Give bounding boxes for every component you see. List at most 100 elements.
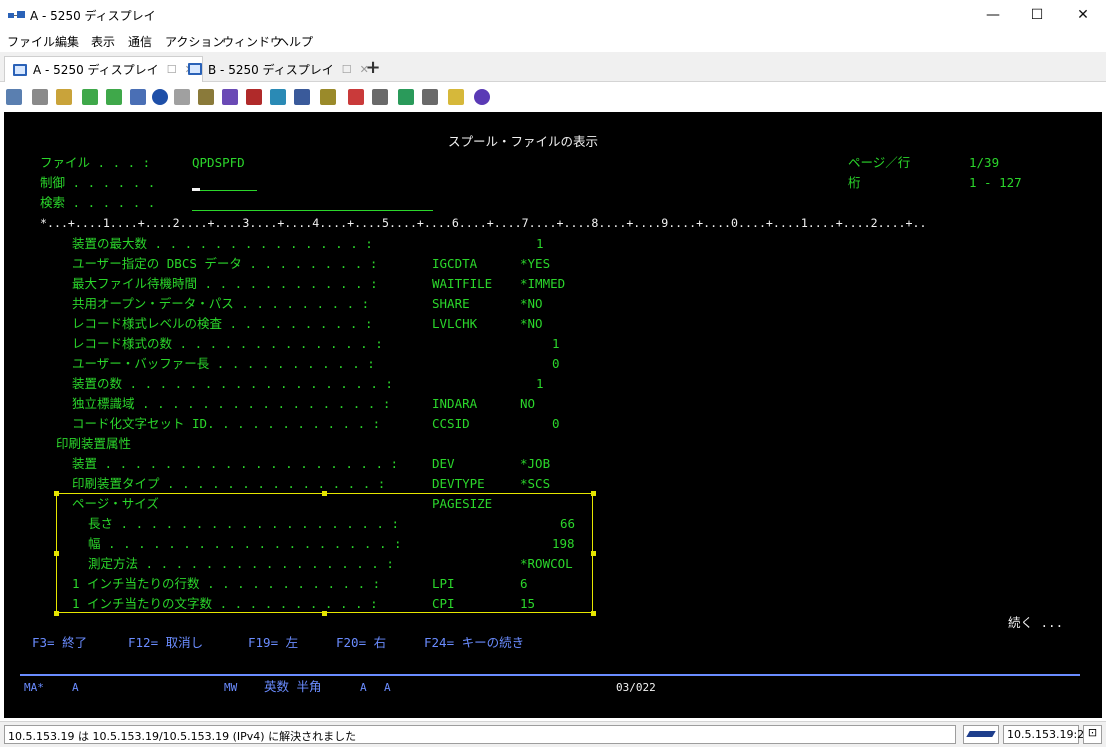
row-keyword: CPI (432, 596, 455, 611)
package-icon[interactable] (198, 89, 214, 105)
restore-tab-icon[interactable]: ☐ (342, 63, 352, 76)
menu-file[interactable]: ファイル (7, 33, 55, 50)
selection-handle[interactable] (591, 611, 596, 616)
page-value: 1/39 (969, 155, 1000, 170)
minimize-button[interactable]: — (970, 0, 1016, 30)
oia-a2: A (360, 681, 367, 694)
receive-file-icon[interactable] (106, 89, 122, 105)
control-label: 制御 . . . . . . (40, 175, 156, 190)
control-input[interactable] (192, 190, 257, 191)
selection-handle[interactable] (54, 551, 59, 556)
navigate-icon[interactable] (152, 89, 168, 105)
row-label: ページ・サイズ (72, 496, 159, 511)
row-keyword: INDARA (432, 396, 478, 411)
toolbar (0, 83, 1106, 110)
row-value: *IMMED (520, 276, 566, 291)
resize-grip-icon[interactable]: ⊡ (1083, 725, 1102, 744)
row-keyword: LPI (432, 576, 455, 591)
close-window-button[interactable]: ✕ (1060, 0, 1106, 30)
display-icon[interactable] (270, 89, 286, 105)
row-value: *NO (520, 316, 543, 331)
row-label: 1 インチ当たりの行数 . . . . . . . . . . . : (72, 576, 381, 591)
text-cursor (192, 188, 200, 191)
row-label: ユーザー指定の DBCS データ . . . . . . . . : (72, 256, 378, 271)
row-value: 6 (520, 576, 528, 591)
restore-tab-icon[interactable]: ☐ (167, 63, 177, 76)
macro-icon[interactable] (246, 89, 262, 105)
row-label: 最大ファイル待機時間 . . . . . . . . . . . : (72, 276, 378, 291)
palette-icon[interactable] (222, 89, 238, 105)
row-label: 測定方法 . . . . . . . . . . . . . . . . : (88, 556, 394, 571)
tools-icon[interactable] (320, 89, 336, 105)
row-value: *NO (520, 296, 543, 311)
menu-view[interactable]: 表示 (91, 33, 115, 50)
selection-handle[interactable] (322, 491, 327, 496)
document-icon[interactable] (174, 89, 190, 105)
menu-edit[interactable]: 編集 (55, 33, 79, 50)
row-label: 独立標識域 . . . . . . . . . . . . . . . . : (72, 396, 391, 411)
monitor-icon (13, 63, 27, 76)
column-value: 1 - 127 (969, 175, 1022, 190)
selection-handle[interactable] (54, 491, 59, 496)
app-icon (8, 11, 25, 18)
row-value: NO (520, 396, 536, 411)
column-ruler: *...+....1....+....2....+....3....+....4… (40, 216, 927, 230)
new-tab-button[interactable]: + (362, 56, 384, 78)
menu-help[interactable]: ヘルプ (277, 33, 313, 50)
selection-handle[interactable] (591, 551, 596, 556)
oia-cursor-position: 03/022 (616, 681, 656, 694)
row-value: 1 (552, 336, 560, 351)
row-label: 1 インチ当たりの文字数 . . . . . . . . . . : (72, 596, 378, 611)
row-keyword: IGCDTA (432, 256, 478, 271)
oia-mw: MW (224, 681, 238, 694)
row-keyword: LVLCHK (432, 316, 478, 331)
row-keyword: DEV (432, 456, 455, 471)
more-indicator: 続く ... (1008, 615, 1064, 630)
search-input[interactable] (192, 210, 433, 211)
row-label: レコード様式レベルの検査 . . . . . . . . . : (72, 316, 373, 331)
file-value: QPDSPFD (192, 155, 245, 170)
menu-communication[interactable]: 通信 (128, 33, 152, 50)
printer-section-heading: 印刷装置属性 (56, 436, 132, 451)
paste-icon[interactable] (32, 89, 48, 105)
row-label: 装置の数 . . . . . . . . . . . . . . . . . : (72, 376, 393, 391)
fkey-f3[interactable]: F3= 終了 (32, 635, 87, 651)
fkey-f20[interactable]: F20= 右 (336, 635, 386, 651)
send-file-icon[interactable] (82, 89, 98, 105)
play-macro-icon[interactable] (398, 89, 414, 105)
fkey-f19[interactable]: F19= 左 (248, 635, 298, 651)
menu-window[interactable]: ウィンドウ (222, 33, 282, 50)
record-macro-icon[interactable] (348, 89, 364, 105)
print-screen-icon[interactable] (130, 89, 146, 105)
copy-icon[interactable] (6, 89, 22, 105)
keypad-icon[interactable] (294, 89, 310, 105)
row-value: 15 (520, 596, 536, 611)
notes-icon[interactable] (448, 89, 464, 105)
page-label: ページ／行 (848, 155, 911, 170)
row-value: 198 (552, 536, 575, 551)
row-value: *JOB (520, 456, 551, 471)
menu-actions[interactable]: アクション (165, 33, 224, 50)
menu-bar: ファイル 編集 表示 通信 アクション ウィンドウ ヘルプ (0, 31, 1106, 51)
maximize-button[interactable]: ☐ (1014, 0, 1060, 30)
tab-label: A - 5250 ディスプレイ (33, 63, 159, 77)
macro-list-icon[interactable] (422, 89, 438, 105)
selection-handle[interactable] (591, 491, 596, 496)
row-label: 共用オープン・データ・パス . . . . . . . . : (72, 296, 370, 311)
fkey-f12[interactable]: F12= 取消し (128, 635, 203, 651)
row-label: 長さ . . . . . . . . . . . . . . . . . . : (88, 516, 399, 531)
row-keyword: DEVTYPE (432, 476, 485, 491)
oia-message-indicator: MA* (24, 681, 44, 694)
help-icon[interactable] (474, 89, 490, 105)
selection-handle[interactable] (54, 611, 59, 616)
row-label: レコード様式の数 . . . . . . . . . . . . . : (72, 336, 383, 351)
tab-session-a[interactable]: A - 5250 ディスプレイ ☐ ✕ (4, 56, 203, 82)
status-bar: 10.5.153.19 は 10.5.153.19/10.5.153.19 (I… (0, 721, 1106, 747)
terminal-screen[interactable]: スプール・ファイルの表示 ファイル . . . : QPDSPFD ページ／行 … (4, 112, 1102, 718)
clipboard-icon[interactable] (56, 89, 72, 105)
fkey-f24[interactable]: F24= キーの続き (424, 635, 524, 651)
oia-input-mode: 英数 半角 (264, 679, 322, 694)
tab-session-b[interactable]: B - 5250 ディスプレイ ☐ ✕ (180, 56, 377, 82)
stop-macro-icon[interactable] (372, 89, 388, 105)
row-value: 1 (536, 376, 544, 391)
